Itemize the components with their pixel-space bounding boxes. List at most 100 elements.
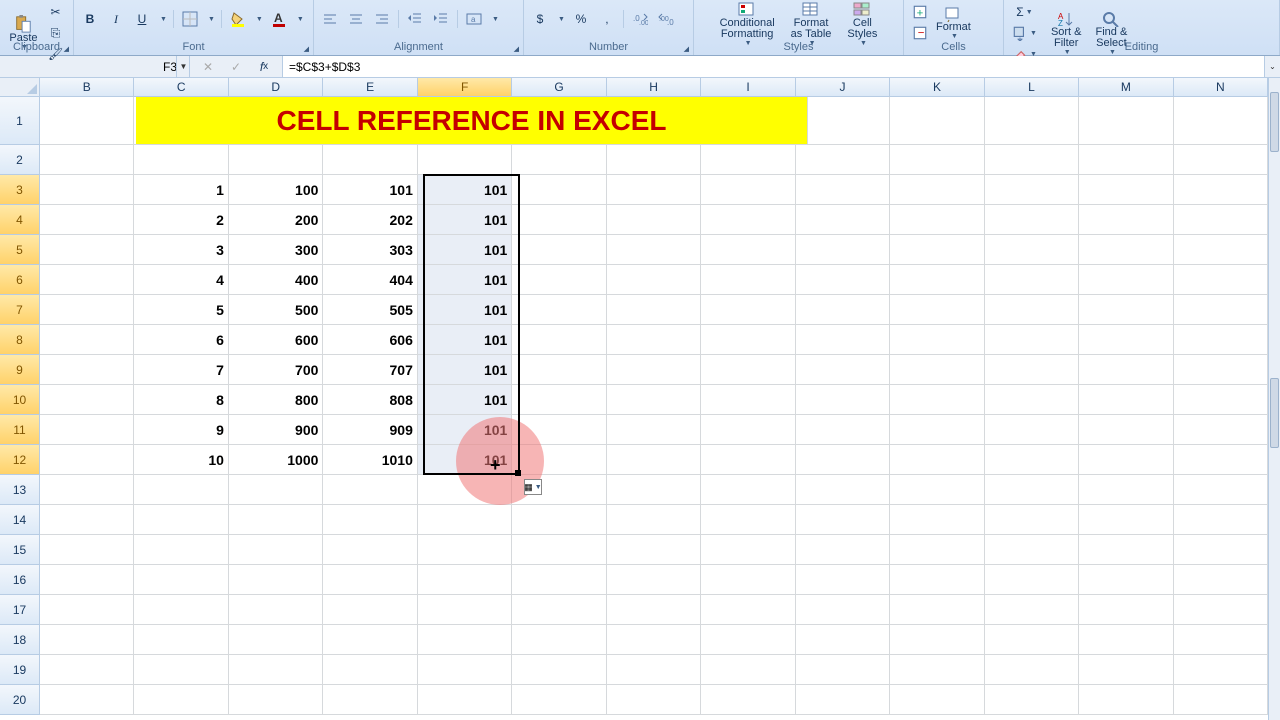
cell-M14[interactable] bbox=[1079, 505, 1173, 535]
vertical-scrollbar[interactable] bbox=[1268, 78, 1280, 720]
row-header-18[interactable]: 18 bbox=[0, 625, 40, 655]
increase-decimal-button[interactable]: .0.00 bbox=[630, 9, 650, 29]
row-header-12[interactable]: 12 bbox=[0, 445, 40, 475]
cell-L20[interactable] bbox=[985, 685, 1079, 715]
cell-H2[interactable] bbox=[607, 145, 701, 175]
cell-D9[interactable]: 700 bbox=[229, 355, 323, 385]
cell-M15[interactable] bbox=[1079, 535, 1173, 565]
fill-button[interactable]: ▼ bbox=[1010, 23, 1039, 43]
cell-B17[interactable] bbox=[40, 595, 134, 625]
cell-K7[interactable] bbox=[890, 295, 984, 325]
cell-I9[interactable] bbox=[701, 355, 795, 385]
cell-B16[interactable] bbox=[40, 565, 134, 595]
cell-N9[interactable] bbox=[1174, 355, 1268, 385]
cell-F15[interactable] bbox=[418, 535, 512, 565]
cell-F10[interactable]: 101 bbox=[418, 385, 512, 415]
cell-N13[interactable] bbox=[1174, 475, 1268, 505]
cell-K11[interactable] bbox=[890, 415, 984, 445]
cell-G10[interactable] bbox=[512, 385, 606, 415]
cell-D17[interactable] bbox=[229, 595, 323, 625]
font-color-button[interactable]: A bbox=[269, 9, 289, 29]
cell-N11[interactable] bbox=[1174, 415, 1268, 445]
cell-G5[interactable] bbox=[512, 235, 606, 265]
title-merged-cell[interactable]: CELL REFERENCE IN EXCEL bbox=[136, 97, 808, 145]
cell-G14[interactable] bbox=[512, 505, 606, 535]
scrollbar-thumb[interactable] bbox=[1270, 378, 1279, 448]
cell-C9[interactable]: 7 bbox=[134, 355, 228, 385]
italic-button[interactable]: I bbox=[106, 9, 126, 29]
fill-color-button[interactable] bbox=[228, 9, 248, 29]
cell-E9[interactable]: 707 bbox=[323, 355, 417, 385]
cell-B2[interactable] bbox=[40, 145, 134, 175]
cell-B3[interactable] bbox=[40, 175, 134, 205]
cell-G6[interactable] bbox=[512, 265, 606, 295]
cell-M7[interactable] bbox=[1079, 295, 1173, 325]
cell-I19[interactable] bbox=[701, 655, 795, 685]
cell-D6[interactable]: 400 bbox=[229, 265, 323, 295]
column-header-F[interactable]: F bbox=[418, 78, 512, 97]
cell-B4[interactable] bbox=[40, 205, 134, 235]
cell-J17[interactable] bbox=[796, 595, 890, 625]
cell-B20[interactable] bbox=[40, 685, 134, 715]
cell-J2[interactable] bbox=[796, 145, 890, 175]
cell-F13[interactable] bbox=[418, 475, 512, 505]
autofill-options-button[interactable]: ▦▼ bbox=[524, 479, 542, 495]
cell-F14[interactable] bbox=[418, 505, 512, 535]
cell-F6[interactable]: 101 bbox=[418, 265, 512, 295]
cell-M6[interactable] bbox=[1079, 265, 1173, 295]
cell-L2[interactable] bbox=[985, 145, 1079, 175]
cell-I15[interactable] bbox=[701, 535, 795, 565]
cell-F7[interactable]: 101 bbox=[418, 295, 512, 325]
cell-D4[interactable]: 200 bbox=[229, 205, 323, 235]
cell-J6[interactable] bbox=[796, 265, 890, 295]
cell-J14[interactable] bbox=[796, 505, 890, 535]
cell-E16[interactable] bbox=[323, 565, 417, 595]
column-header-M[interactable]: M bbox=[1079, 78, 1173, 97]
cut-button[interactable]: ✂ bbox=[46, 2, 66, 22]
column-header-E[interactable]: E bbox=[323, 78, 417, 97]
cell-J12[interactable] bbox=[796, 445, 890, 475]
row-header-4[interactable]: 4 bbox=[0, 205, 40, 235]
cell-I17[interactable] bbox=[701, 595, 795, 625]
cell-B10[interactable] bbox=[40, 385, 134, 415]
cell-F18[interactable] bbox=[418, 625, 512, 655]
cell-I7[interactable] bbox=[701, 295, 795, 325]
cell-K1[interactable] bbox=[890, 97, 984, 145]
cell-G4[interactable] bbox=[512, 205, 606, 235]
cell-M12[interactable] bbox=[1079, 445, 1173, 475]
cell-L10[interactable] bbox=[985, 385, 1079, 415]
cell-I2[interactable] bbox=[701, 145, 795, 175]
cell-H17[interactable] bbox=[607, 595, 701, 625]
cell-G9[interactable] bbox=[512, 355, 606, 385]
cell-J1[interactable] bbox=[796, 97, 890, 145]
cell-F5[interactable]: 101 bbox=[418, 235, 512, 265]
cell-B15[interactable] bbox=[40, 535, 134, 565]
cell-L3[interactable] bbox=[985, 175, 1079, 205]
autosum-button[interactable]: Σ▼ bbox=[1010, 2, 1039, 22]
cell-J19[interactable] bbox=[796, 655, 890, 685]
cell-E8[interactable]: 606 bbox=[323, 325, 417, 355]
cell-H15[interactable] bbox=[607, 535, 701, 565]
cells-area[interactable]: CELL REFERENCE IN EXCEL 1100101101220020… bbox=[40, 97, 1268, 720]
cell-G12[interactable] bbox=[512, 445, 606, 475]
formula-input[interactable]: =$C$3+$D$3 bbox=[283, 56, 1264, 77]
copy-button[interactable]: ⎘ bbox=[46, 23, 66, 43]
underline-button[interactable]: U bbox=[132, 9, 152, 29]
cell-G18[interactable] bbox=[512, 625, 606, 655]
cell-D2[interactable] bbox=[229, 145, 323, 175]
cell-C14[interactable] bbox=[134, 505, 228, 535]
cell-F11[interactable]: 101 bbox=[418, 415, 512, 445]
cell-G3[interactable] bbox=[512, 175, 606, 205]
cell-H13[interactable] bbox=[607, 475, 701, 505]
cell-M16[interactable] bbox=[1079, 565, 1173, 595]
cell-N7[interactable] bbox=[1174, 295, 1268, 325]
cell-G11[interactable] bbox=[512, 415, 606, 445]
cell-M13[interactable] bbox=[1079, 475, 1173, 505]
cell-J20[interactable] bbox=[796, 685, 890, 715]
cell-D20[interactable] bbox=[229, 685, 323, 715]
cell-E2[interactable] bbox=[323, 145, 417, 175]
cell-H10[interactable] bbox=[607, 385, 701, 415]
cell-F8[interactable]: 101 bbox=[418, 325, 512, 355]
cell-L9[interactable] bbox=[985, 355, 1079, 385]
cell-H11[interactable] bbox=[607, 415, 701, 445]
